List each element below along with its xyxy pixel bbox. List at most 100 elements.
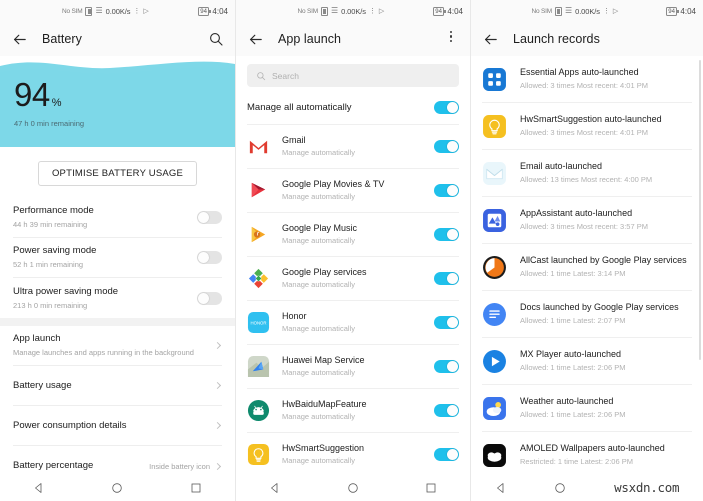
section-divider <box>0 318 235 326</box>
app-toggle[interactable] <box>434 272 459 285</box>
page-title: App launch <box>278 32 342 46</box>
network-speed-label: 0.00K/s <box>575 6 600 16</box>
network-speed-label: 0.00K/s <box>341 6 366 16</box>
list-item[interactable]: AMOLED Wallpapers auto-launched Restrict… <box>482 432 692 479</box>
list-item[interactable]: HwSmartSuggestion Manage automatically <box>247 433 459 477</box>
app-toggle[interactable] <box>434 448 459 461</box>
scrollbar[interactable] <box>699 60 701 360</box>
app-launch-content: Search Manage all automatically Gmail Ma… <box>236 56 470 501</box>
nav-recents-icon[interactable] <box>190 482 202 494</box>
battery-remaining-label: 47 h 0 min remaining <box>14 118 85 128</box>
list-item[interactable]: Weather auto-launched Allowed: 1 time La… <box>482 385 692 432</box>
list-item[interactable]: Essential Apps auto-launched Allowed: 3 … <box>482 56 692 103</box>
clock-label: 4:04 <box>447 6 463 16</box>
list-item[interactable]: AppAssistant auto-launched Allowed: 3 ti… <box>482 197 692 244</box>
record-title: HwSmartSuggestion auto-launched <box>520 113 662 124</box>
amoled-wallpapers-icon <box>483 443 506 467</box>
nav-back-icon[interactable] <box>495 482 507 494</box>
list-item[interactable]: Huawei Map Service Manage automatically <box>247 345 459 389</box>
row-app-launch[interactable]: App launch Manage launches and apps runn… <box>13 326 222 366</box>
optimise-battery-usage-button[interactable]: OPTIMISE BATTERY USAGE <box>37 161 198 186</box>
percent-symbol: % <box>51 96 62 109</box>
row-subtitle: 44 h 39 min remaining <box>13 220 88 230</box>
sim-card-icon <box>85 6 93 16</box>
back-arrow-icon[interactable] <box>247 31 264 48</box>
list-item[interactable]: Google Play Music Manage automatically <box>247 213 459 257</box>
row-battery-usage[interactable]: Battery usage <box>13 366 222 406</box>
record-sub: Allowed: 3 times Most recent: 4:01 PM <box>520 128 648 138</box>
record-sub: Restricted: 1 time Latest: 2:06 PM <box>520 457 633 467</box>
app-name: HwSmartSuggestion <box>282 442 365 453</box>
app-name: Honor <box>282 310 307 321</box>
record-sub: Allowed: 1 time Latest: 2:06 PM <box>520 363 626 373</box>
manage-all-toggle[interactable] <box>434 101 459 114</box>
network-speed-label: 0.00K/s <box>105 6 131 16</box>
row-ultra-power-saving-mode[interactable]: Ultra power saving mode 213 h 0 min rema… <box>13 278 222 318</box>
list-item[interactable]: AllCast launched by Google Play services… <box>482 244 692 291</box>
nav-home-icon[interactable] <box>554 482 566 494</box>
app-sub: Manage automatically <box>282 412 355 422</box>
vibrate-icon: ⋮ <box>368 7 376 15</box>
battery-links-list: App launch Manage launches and apps runn… <box>0 326 235 486</box>
list-item[interactable]: Docs launched by Google Play services Al… <box>482 291 692 338</box>
row-power-saving-mode[interactable]: Power saving mode 52 h 1 min remaining <box>13 238 222 278</box>
status-bar: No SIM ☰ 0.00K/s ⋮ ▷ 94 4:04 <box>236 0 470 22</box>
battery-icon: 94 <box>432 6 446 16</box>
search-icon <box>257 71 266 80</box>
list-item[interactable]: Google Play services Manage automaticall… <box>247 257 459 301</box>
back-arrow-icon[interactable] <box>11 31 28 48</box>
row-performance-mode[interactable]: Performance mode 44 h 39 min remaining <box>13 198 222 238</box>
row-subtitle: 52 h 1 min remaining <box>13 260 84 270</box>
app-toggle[interactable] <box>434 184 459 197</box>
android-icon <box>247 399 270 422</box>
app-toggle[interactable] <box>434 404 459 417</box>
records-list: Essential Apps auto-launched Allowed: 3 … <box>471 56 703 501</box>
wifi-icon: ☰ <box>95 6 103 15</box>
app-name: Google Play Movies & TV <box>282 178 385 189</box>
power-saving-mode-toggle[interactable] <box>197 251 222 264</box>
record-title: AllCast launched by Google Play services <box>520 254 687 265</box>
huawei-map-icon <box>247 355 270 378</box>
record-sub: Allowed: 1 time Latest: 2:06 PM <box>520 410 626 420</box>
chevron-right-icon <box>213 341 222 350</box>
app-bar: App launch <box>236 22 470 56</box>
app-toggle[interactable] <box>434 360 459 373</box>
essential-apps-icon <box>483 67 506 91</box>
nav-back-icon[interactable] <box>33 482 45 494</box>
lightbulb-icon <box>247 443 270 466</box>
record-sub: Allowed: 1 time Latest: 3:14 PM <box>520 269 626 279</box>
ultra-power-saving-mode-toggle[interactable] <box>197 291 222 305</box>
app-toggle[interactable] <box>434 140 459 153</box>
watermark: wsxdn.com <box>614 480 680 495</box>
nav-recents-icon[interactable] <box>425 482 437 494</box>
list-item[interactable]: MX Player auto-launched Allowed: 1 time … <box>482 338 692 385</box>
launch-records-content: Essential Apps auto-launched Allowed: 3 … <box>471 56 703 501</box>
nav-home-icon[interactable] <box>111 482 123 494</box>
overflow-menu-icon[interactable] <box>443 31 459 47</box>
row-power-consumption-details[interactable]: Power consumption details <box>13 406 222 446</box>
list-item[interactable]: HwBaiduMapFeature Manage automatically <box>247 389 459 433</box>
app-toggle[interactable] <box>434 316 459 329</box>
page-title: Launch records <box>513 32 600 46</box>
no-sim-label: No SIM <box>61 7 83 15</box>
row-title: App launch <box>13 333 61 345</box>
search-input[interactable]: Search <box>247 64 459 87</box>
performance-mode-toggle[interactable] <box>197 211 222 224</box>
list-item[interactable]: Gmail Manage automatically <box>247 125 459 169</box>
row-title: Battery percentage <box>13 460 94 472</box>
sim-card-icon <box>320 6 328 16</box>
search-icon[interactable] <box>208 31 224 47</box>
row-manage-all-automatically[interactable]: Manage all automatically <box>247 91 459 125</box>
list-item[interactable]: HONOR Honor Manage automatically <box>247 301 459 345</box>
wifi-icon: ☰ <box>330 6 339 15</box>
nav-back-icon[interactable] <box>269 482 281 494</box>
list-item[interactable]: Email auto-launched Allowed: 13 times Mo… <box>482 150 692 197</box>
list-item[interactable]: HwSmartSuggestion auto-launched Allowed:… <box>482 103 692 150</box>
nav-home-icon[interactable] <box>347 482 359 494</box>
list-item[interactable]: Google Play Movies & TV Manage automatic… <box>247 169 459 213</box>
app-toggle[interactable] <box>434 228 459 241</box>
allcast-icon <box>483 255 506 279</box>
app-sub: Manage automatically <box>282 368 355 378</box>
back-arrow-icon[interactable] <box>482 31 499 48</box>
battery-percent-value: 94 <box>14 76 50 113</box>
